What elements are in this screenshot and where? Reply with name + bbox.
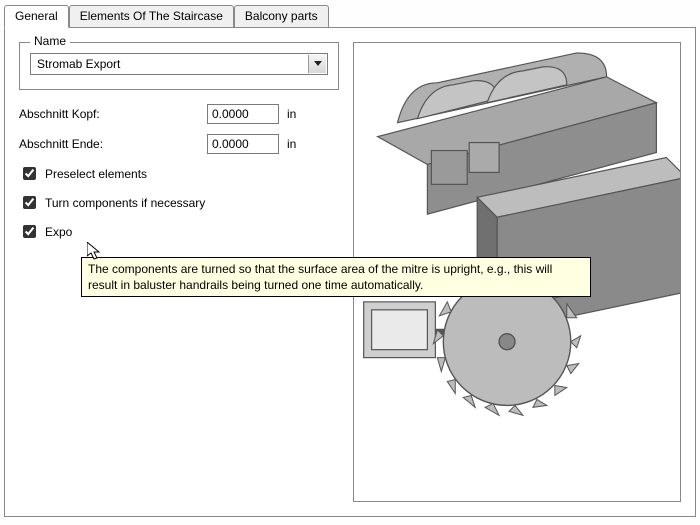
- name-group-title: Name: [30, 34, 70, 48]
- preselect-checkbox[interactable]: [23, 167, 36, 180]
- unit-label-ende: in: [287, 137, 307, 151]
- turn-components-checkbox[interactable]: [23, 196, 36, 209]
- unit-label-kopf: in: [287, 107, 307, 121]
- tab-general-label: General: [15, 9, 58, 23]
- tab-general[interactable]: General: [4, 5, 69, 28]
- tab-panel-general: Name Stromab Export Abschnitt Kopf: in A…: [4, 27, 696, 517]
- tab-elements-label: Elements Of The Staircase: [80, 9, 223, 23]
- export-checkbox[interactable]: [23, 225, 36, 238]
- tab-balcony-label: Balcony parts: [245, 9, 318, 23]
- name-group: Name Stromab Export: [19, 42, 339, 90]
- turn-components-label: Turn components if necessary: [45, 196, 205, 210]
- turn-components-tooltip: The components are turned so that the su…: [81, 257, 591, 297]
- preselect-label: Preselect elements: [45, 167, 147, 181]
- abschnitt-ende-label: Abschnitt Ende:: [19, 137, 199, 151]
- name-combobox[interactable]: Stromab Export: [30, 53, 328, 75]
- abschnitt-kopf-label: Abschnitt Kopf:: [19, 107, 199, 121]
- name-combobox-value: Stromab Export: [37, 57, 120, 71]
- tab-elements[interactable]: Elements Of The Staircase: [69, 5, 234, 27]
- tab-balcony[interactable]: Balcony parts: [234, 5, 329, 27]
- tab-strip: General Elements Of The Staircase Balcon…: [4, 4, 696, 27]
- abschnitt-kopf-input[interactable]: [207, 104, 279, 124]
- tooltip-text: The components are turned so that the su…: [88, 262, 552, 292]
- export-label: Expo: [45, 225, 72, 239]
- chevron-down-icon: [308, 55, 326, 73]
- abschnitt-ende-input[interactable]: [207, 134, 279, 154]
